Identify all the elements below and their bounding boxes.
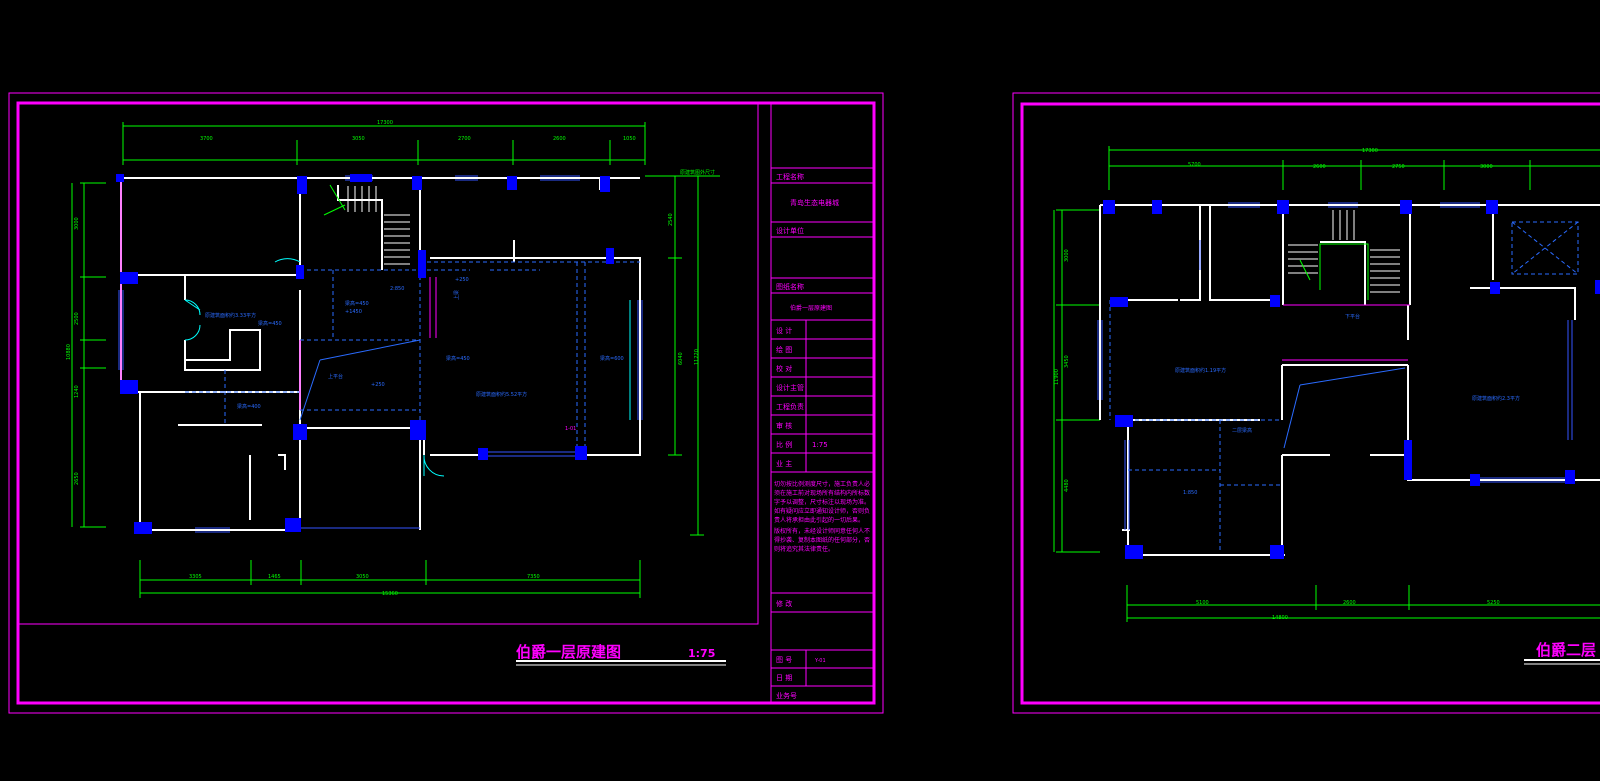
sheet1-windows xyxy=(118,175,643,533)
sheet2-beams-dashed xyxy=(1109,221,1579,550)
room-label: 梁高=450 xyxy=(258,320,282,327)
dim-top: 2750 xyxy=(1392,164,1405,170)
sheet2-title: 伯爵二层 xyxy=(1536,641,1596,659)
dim-left: 1240 xyxy=(74,385,80,398)
sheet1-walls xyxy=(120,177,641,531)
tb-date-label: 日 期 xyxy=(776,674,792,682)
dim-bottom: 3050 xyxy=(356,574,369,580)
room-label: 梁高=450 xyxy=(345,300,369,307)
tb-row-label: 比 例 xyxy=(776,440,792,449)
room-label: 二层梁高 xyxy=(1232,427,1252,434)
dim-top: 3700 xyxy=(200,136,213,142)
dim-left: 3450 xyxy=(1064,355,1070,368)
dim-left-total: 10880 xyxy=(66,344,72,360)
sheet1-drawing-area-border xyxy=(18,103,759,625)
sheet2-room-labels: 原建筑面积约1.19平方 原建筑面积约2.3平方 下平台 1:850 二层梁高 xyxy=(1175,313,1520,496)
dim-left: 2500 xyxy=(74,312,80,325)
dim-right: 2540 xyxy=(668,213,674,226)
dim-right: 6040 xyxy=(678,352,684,365)
tb-drawing-no-label: 图 号 xyxy=(776,656,792,664)
dim-top: 3050 xyxy=(352,136,365,142)
tb-project-value: 青岛生态电器城 xyxy=(790,198,839,207)
cad-drawing-canvas: 工程名称 青岛生态电器城 设计单位 图纸名称 伯爵一层原建图 设 计 绘 图 校… xyxy=(8,92,1600,714)
dim-bottom: 3305 xyxy=(189,574,202,580)
sheet2-stairs xyxy=(1288,210,1400,293)
dim-left: 3000 xyxy=(1064,249,1070,262)
sheet2-stair-handrail xyxy=(1319,243,1369,300)
room-label: 梁高=400 xyxy=(237,403,261,410)
dim-top-total: 17300 xyxy=(1362,148,1378,154)
dim-top: 1050 xyxy=(623,136,636,142)
sheet2-inner-frame xyxy=(1020,102,1600,705)
tb-notes: 切勿按比例测度尺寸，施工负责人必须在施工前对现场所有结构内所标数字予以调整，尺寸… xyxy=(774,481,871,553)
tb-revise-label: 修 改 xyxy=(776,599,792,608)
dim-top: 5700 xyxy=(1188,162,1201,168)
tb-design-unit-label: 设计单位 xyxy=(776,226,804,235)
dim-left: 2650 xyxy=(74,472,80,485)
dim-left: 4480 xyxy=(1064,479,1070,492)
room-label: 上梁 xyxy=(453,290,460,300)
room-label: 梁高=600 xyxy=(600,355,624,362)
sheet-1: 工程名称 青岛生态电器城 设计单位 图纸名称 伯爵一层原建图 设 计 绘 图 校… xyxy=(8,92,884,714)
room-label: +250 xyxy=(371,382,385,388)
room-label: +1450 xyxy=(345,309,362,315)
dim-top-total: 17300 xyxy=(377,120,393,126)
sheet1-columns xyxy=(116,174,614,534)
sheet1-stairs xyxy=(347,186,410,265)
dim-bottom: 7350 xyxy=(527,574,540,580)
tb-drawing-name-value: 伯爵一层原建图 xyxy=(790,304,832,312)
dim-top-right-note: 原建筑图外尺寸 xyxy=(680,169,715,176)
sheet2-walls xyxy=(1099,204,1600,556)
dim-bottom: 1465 xyxy=(268,574,281,580)
dim-left: 3000 xyxy=(74,217,80,230)
dim-right: 11220 xyxy=(694,349,700,365)
dim-bottom: 5100 xyxy=(1196,600,1209,606)
sheet1-scale: 1:75 xyxy=(688,647,715,660)
dim-left-total: 11900 xyxy=(1054,369,1060,385)
room-label: 下平台 xyxy=(1345,313,1360,320)
dim-bottom-total: 15360 xyxy=(382,591,398,597)
room-label: 原建筑面积约3.33平方 xyxy=(205,312,256,319)
room-label: 原建筑面积约1.19平方 xyxy=(1175,367,1226,374)
dim-bottom: 2600 xyxy=(1343,600,1356,606)
tb-row-label: 设 计 xyxy=(776,326,792,335)
tb-drawing-no-value: Y-01 xyxy=(814,658,826,664)
tb-project-label: 工程名称 xyxy=(776,172,804,181)
dim-top: 2600 xyxy=(1313,164,1326,170)
tb-rows: 设 计 绘 图 校 对 设计主管 工程负责 审 核 比 例 1:75 业 主 xyxy=(776,326,828,468)
sheet1-doors xyxy=(184,258,631,477)
sheet2-columns xyxy=(1103,200,1600,559)
tb-row-label: 工程负责 xyxy=(776,402,804,411)
tb-row-label: 校 对 xyxy=(776,364,792,373)
tb-row-label: 设计主管 xyxy=(776,383,804,392)
tb-row-label: 审 核 xyxy=(776,421,792,430)
tb-drawing-name-label: 图纸名称 xyxy=(776,282,804,291)
room-label: 梁高=450 xyxy=(446,355,470,362)
tb-job-no-label: 业务号 xyxy=(776,691,797,700)
sheet1-inner-frame xyxy=(16,101,876,705)
sheet1-title: 伯爵一层原建图 xyxy=(516,643,621,661)
tb-scale-value: 1:75 xyxy=(812,441,828,449)
tb-notes-2: 版权所有，未经设计师同意任何人不得抄袭、复制本图纸的任何部分，否则将追究其法律责… xyxy=(774,528,871,553)
dim-top: 2700 xyxy=(458,136,471,142)
room-label: +250 xyxy=(455,277,469,283)
sheet1-room-labels: 原建筑面积约3.33平方 原建筑面积约5.52平方 上平台 +250 +250 … xyxy=(205,277,624,432)
room-label: 上平台 xyxy=(328,373,343,380)
room-label: 2:850 xyxy=(390,286,404,292)
dim-top: 2600 xyxy=(553,136,566,142)
tb-row-label: 业 主 xyxy=(776,459,792,468)
room-label: 1:850 xyxy=(1183,490,1197,496)
room-label: 原建筑面积约5.52平方 xyxy=(476,391,527,398)
room-label: 1-01 xyxy=(565,426,576,432)
tb-row-label: 绘 图 xyxy=(776,345,792,354)
dim-bottom: 5250 xyxy=(1487,600,1500,606)
dim-bottom-total: 14800 xyxy=(1272,615,1288,621)
sheet2-outer-frame xyxy=(1012,92,1600,714)
room-label: 原建筑面积约2.3平方 xyxy=(1472,395,1520,402)
tb-notes-1: 切勿按比例测度尺寸，施工负责人必须在施工前对现场所有结构内所标数字予以调整，尺寸… xyxy=(774,481,871,524)
sheet-2: 伯爵二层 17300 5700 2600 2750 3000 3000 3450… xyxy=(1012,92,1600,714)
dim-top: 3000 xyxy=(1480,164,1493,170)
